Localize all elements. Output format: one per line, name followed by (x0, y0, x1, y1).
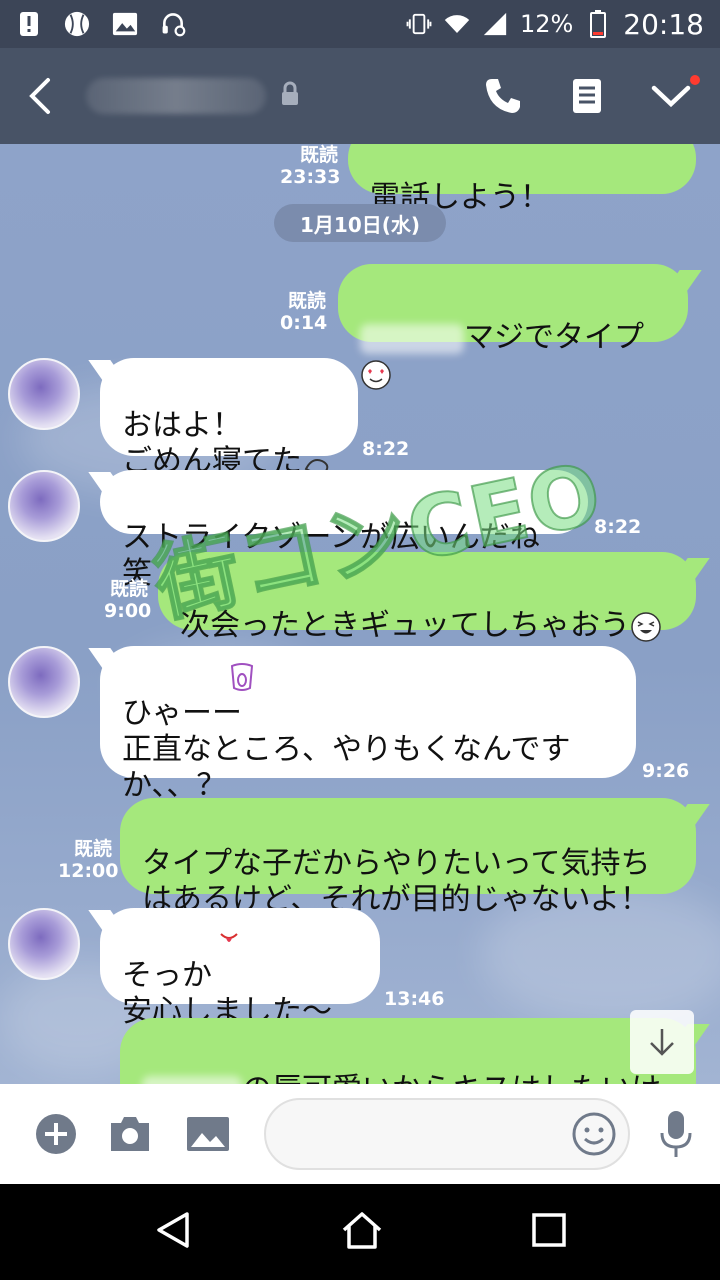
message-meta: 既読 23:33 (280, 144, 341, 188)
back-button[interactable] (0, 48, 80, 144)
vibrate-icon (406, 11, 432, 37)
chat-area[interactable]: 既読 23:33 電話しよう！ 1月10日(水) 既読 0:14 マジでタイプ … (0, 144, 720, 1084)
read-receipt: 既読 (109, 578, 148, 600)
message-time: 8:22 (362, 438, 410, 460)
chat-name-blurred[interactable] (86, 78, 266, 114)
message-time: 9:00 (104, 600, 152, 622)
date-divider: 1月10日(水) (274, 204, 446, 242)
message-bubble-in[interactable]: おはよ！ ごめん寝てた (100, 358, 358, 479)
message-bubble-in[interactable]: そっか 安心しました〜笑 (100, 908, 380, 1065)
notes-icon (573, 79, 601, 113)
surprised-emoji (230, 663, 254, 691)
status-bar: 12% 20:18 (0, 0, 720, 48)
message-text: マジでタイプ (464, 320, 644, 355)
phone-icon (486, 79, 520, 113)
system-nav-bar (0, 1184, 720, 1280)
menu-toggle-button[interactable] (648, 73, 700, 119)
call-button[interactable] (480, 73, 526, 119)
wifi-icon (444, 11, 470, 37)
tongue-emoji (220, 933, 238, 942)
message-text: ひゃーー 正直なところ、やりもくなんです か、、？ (122, 696, 571, 803)
message-time: 23:33 (280, 166, 341, 188)
notification-dot (690, 75, 700, 85)
image-icon (112, 11, 138, 37)
avatar[interactable] (8, 908, 80, 980)
message-bubble-out[interactable]: マジでタイプ (338, 264, 688, 390)
emoji-button[interactable] (568, 1108, 620, 1160)
message-meta: 既読 12:00 (58, 838, 119, 882)
message-text: おはよ！ ごめん寝てた (122, 408, 302, 479)
message-bubble-in[interactable]: ひゃーー 正直なところ、やりもくなんです か、、？ (100, 646, 636, 803)
avatar[interactable] (8, 646, 80, 718)
avatar[interactable] (8, 470, 80, 542)
back-icon (29, 78, 50, 114)
emoji-icon (572, 1112, 616, 1156)
message-bubble-out[interactable]: 電話しよう！ (348, 144, 696, 215)
message-meta: 既読 9:00 (104, 578, 152, 622)
message-time: 0:14 (280, 312, 328, 334)
nav-recents-button[interactable] (531, 1212, 567, 1252)
message-text: の唇可愛いからキスはしたいけ (242, 1072, 661, 1084)
message-bubble-out[interactable]: の唇可愛いからキスはしたいけ (120, 1018, 696, 1084)
plus-icon (36, 1114, 76, 1154)
input-bar (0, 1084, 720, 1184)
mic-icon (660, 1111, 692, 1157)
message-time: 12:00 (58, 860, 119, 882)
squint-emoji (631, 611, 661, 642)
image-icon (187, 1117, 229, 1151)
home-icon (342, 1212, 382, 1249)
back-triangle-icon (157, 1212, 190, 1248)
mic-button[interactable] (650, 1108, 702, 1160)
battery-icon (585, 10, 611, 38)
message-time: 13:46 (384, 988, 445, 1010)
read-receipt: 既読 (299, 144, 338, 166)
message-bubble-out[interactable]: タイプな子だからやりたいって気持ち はあるけど、それが目的じゃないよ！ (120, 798, 696, 917)
chat-header (0, 48, 720, 144)
read-receipt: 既読 (73, 838, 112, 860)
blurred-name (360, 323, 464, 354)
arrow-down-icon (650, 1029, 674, 1056)
alert-icon (16, 11, 42, 37)
image-button[interactable] (182, 1108, 234, 1160)
message-meta: 既読 0:14 (280, 290, 328, 334)
signal-icon (482, 11, 508, 37)
message-time: 9:26 (642, 760, 690, 782)
clock: 20:18 (623, 7, 704, 41)
avatar[interactable] (8, 358, 80, 430)
heart-eyes-emoji (361, 359, 391, 390)
nav-back-button[interactable] (153, 1210, 193, 1254)
headset-settings-icon (160, 11, 186, 37)
blurred-name (142, 1075, 242, 1084)
camera-button[interactable] (104, 1108, 156, 1160)
read-receipt: 既読 (287, 290, 326, 312)
lock-icon (280, 81, 300, 111)
baseball-icon (64, 11, 90, 37)
nav-home-button[interactable] (340, 1210, 384, 1254)
plus-button[interactable] (30, 1108, 82, 1160)
chevron-down-icon (651, 85, 691, 108)
message-text: タイプな子だからやりたいって気持ち はあるけど、それが目的じゃないよ！ (142, 846, 651, 917)
notes-button[interactable] (564, 73, 610, 119)
scroll-to-bottom-button[interactable] (630, 1010, 694, 1074)
battery-percent: 12% (519, 10, 574, 38)
recents-icon (531, 1213, 566, 1247)
camera-icon (111, 1117, 149, 1151)
